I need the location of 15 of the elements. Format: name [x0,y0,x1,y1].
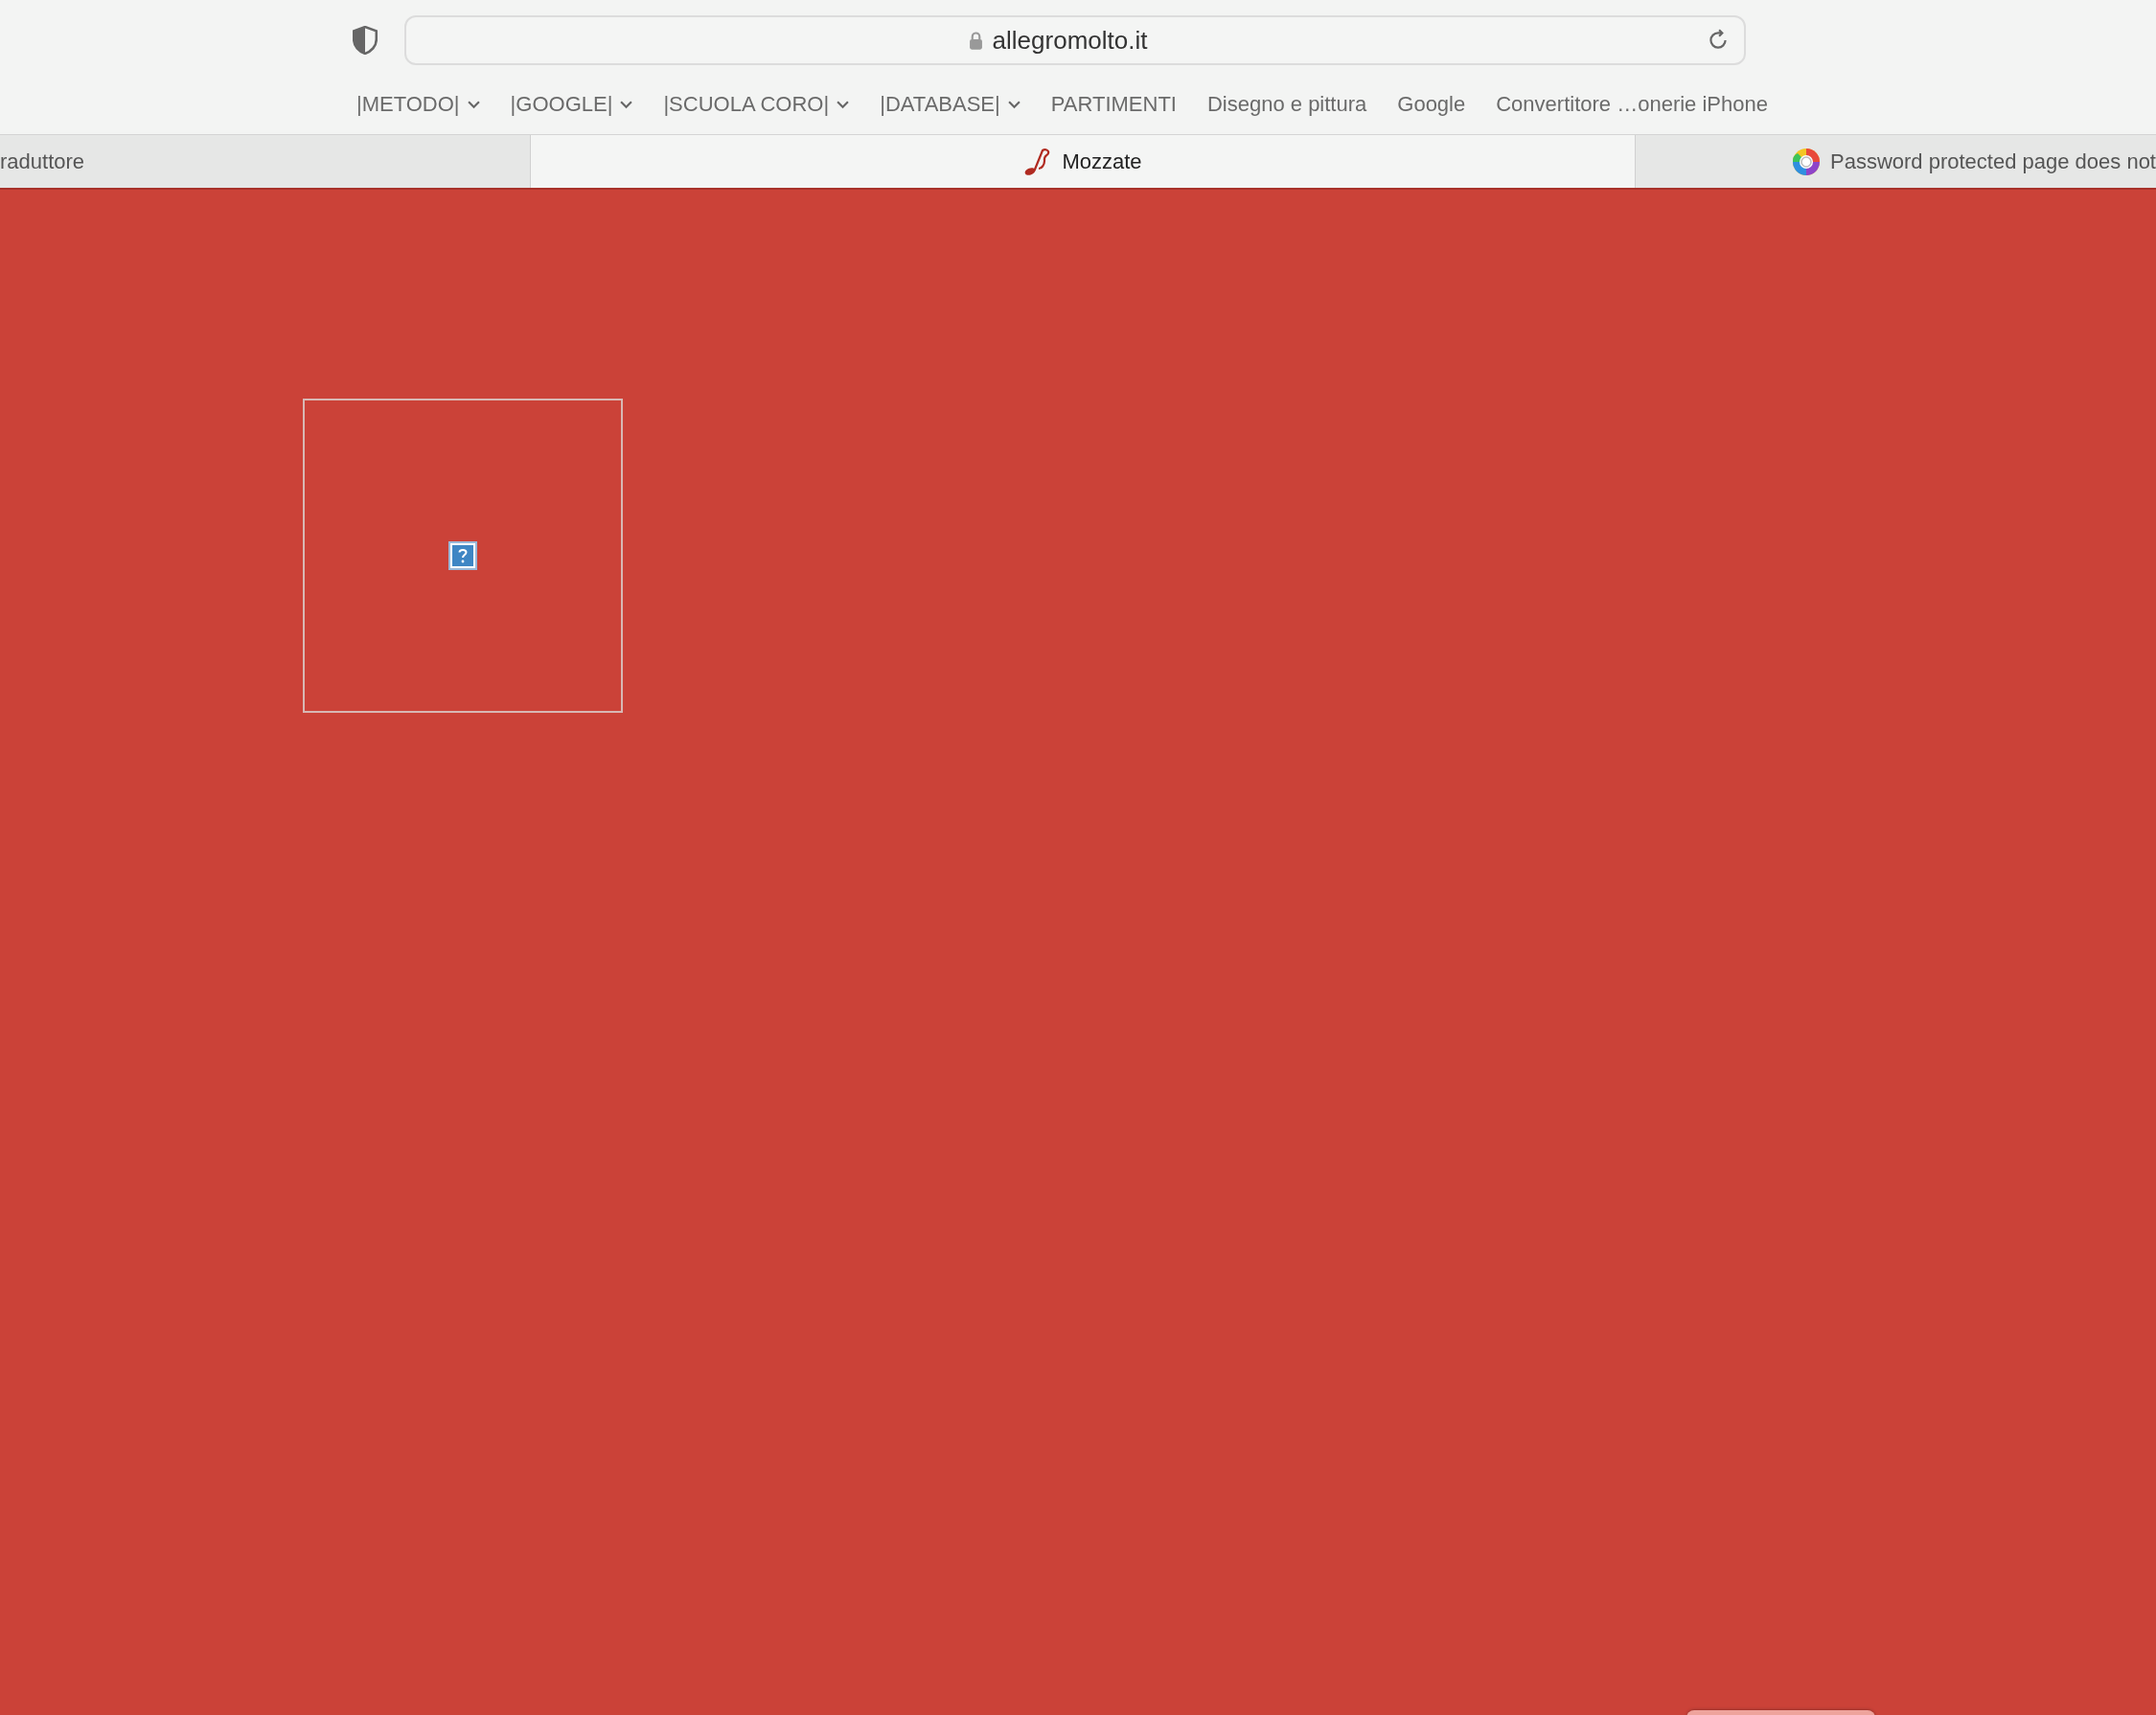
bookmark-link[interactable]: Convertitore …onerie iPhone [1496,92,1768,117]
bookmark-folder[interactable]: |METODO| [356,92,480,117]
color-wheel-icon [1792,147,1821,176]
address-field[interactable]: allegromolto.it [404,15,1746,65]
browser-tab[interactable]: Mozzate [530,135,1636,188]
shield-icon[interactable] [353,26,378,55]
bookmark-folder[interactable]: |DATABASE| [880,92,1021,117]
bookmark-link[interactable]: Disegno e pittura [1206,92,1367,117]
bookmark-folder[interactable]: |GOOGLE| [510,92,633,117]
missing-image-icon [447,540,478,571]
bookmark-link[interactable]: PARTIMENTI [1050,92,1177,117]
lock-icon [968,31,983,50]
bookmark-link[interactable]: Google [1397,92,1466,117]
bookmark-folder[interactable]: |SCUOLA CORO| [663,92,850,117]
url-text: allegromolto.it [992,25,1148,56]
